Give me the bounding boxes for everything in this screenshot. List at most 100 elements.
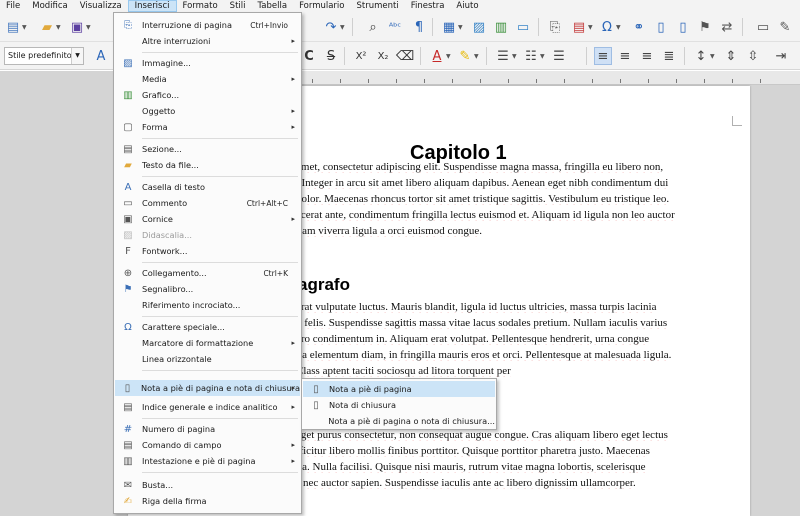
- align-left-icon[interactable]: ≡: [594, 47, 612, 65]
- menu-item-section[interactable]: ▤ Sezione...: [115, 141, 300, 157]
- outline-list-icon[interactable]: ☰: [550, 47, 568, 65]
- paragraph-style-select[interactable]: Stile predefinito ▼: [4, 47, 84, 65]
- increase-spacing-icon[interactable]: ⇕: [722, 47, 740, 65]
- formatting-marks-icon[interactable]: ¶: [410, 18, 428, 36]
- menu-item-shape[interactable]: ▢ Forma ▸: [115, 119, 300, 135]
- shadow-icon[interactable]: C: [300, 47, 318, 65]
- save-dropdown-icon[interactable]: ▼: [86, 24, 91, 31]
- chevron-down-icon[interactable]: ▼: [71, 48, 83, 64]
- comment-toolbar-icon[interactable]: ▭: [754, 18, 772, 36]
- insert-field-icon[interactable]: ▤: [570, 18, 588, 36]
- spellcheck-icon[interactable]: ᴬᵇᶜ: [386, 18, 404, 36]
- menu-aiuto[interactable]: Aiuto: [450, 0, 484, 12]
- numbered-dropdown-icon[interactable]: ▼: [540, 53, 545, 60]
- menu-tabella[interactable]: Tabella: [252, 0, 294, 12]
- superscript-icon[interactable]: X²: [352, 47, 370, 65]
- line-spacing-dropdown-icon[interactable]: ▼: [710, 53, 715, 60]
- menu-item-comment[interactable]: ▭ Commento Ctrl+Alt+C: [115, 195, 300, 211]
- font-color-dropdown-icon[interactable]: ▼: [446, 53, 451, 60]
- decrease-spacing-icon[interactable]: ⇳: [744, 47, 762, 65]
- clear-formatting-icon[interactable]: ⌫: [396, 47, 414, 65]
- menu-item-image[interactable]: ▨ Immagine...: [115, 55, 300, 71]
- body-text-line: fficitur libero mollis finibus porttitor…: [296, 445, 650, 457]
- endnote-toolbar-icon[interactable]: ▯: [674, 18, 692, 36]
- highlight-icon[interactable]: ✎: [456, 47, 474, 65]
- menu-formato[interactable]: Formato: [177, 0, 224, 12]
- line-spacing-icon[interactable]: ↕: [692, 47, 710, 65]
- align-right-icon[interactable]: ≡: [638, 47, 656, 65]
- bullet-list-icon[interactable]: ☰: [494, 47, 512, 65]
- menu-item-object[interactable]: Oggetto ▸: [115, 103, 300, 119]
- menu-item-signature-line[interactable]: ✍ Riga della firma: [115, 493, 300, 509]
- insert-page-break-icon[interactable]: ⎘: [546, 18, 564, 36]
- menu-strumenti[interactable]: Strumenti: [351, 0, 405, 12]
- track-changes-icon[interactable]: ✎: [776, 18, 794, 36]
- menu-inserisci[interactable]: Inserisci: [127, 0, 177, 12]
- menu-item-other-breaks[interactable]: Altre interruzioni ▸: [115, 33, 300, 49]
- menu-item-label: Riferimento incrociato...: [142, 300, 241, 310]
- menu-modifica[interactable]: Modifica: [26, 0, 74, 12]
- new-document-icon[interactable]: ▤: [4, 18, 22, 36]
- special-character-icon[interactable]: Ω: [598, 18, 616, 36]
- menu-item-chart[interactable]: ▥ Grafico...: [115, 87, 300, 103]
- menu-item-formatting-mark[interactable]: Marcatore di formattazione ▸: [115, 335, 300, 351]
- shortcut-label: Ctrl+Alt+C: [246, 198, 288, 208]
- menu-item-page-break[interactable]: ⎘ Interruzione di pagina Ctrl+Invio: [115, 17, 300, 33]
- menu-item-page-number[interactable]: # Numero di pagina: [115, 421, 300, 437]
- find-replace-icon[interactable]: ⌕: [364, 18, 382, 36]
- bullet-dropdown-icon[interactable]: ▼: [512, 53, 517, 60]
- save-icon[interactable]: ▣: [68, 18, 86, 36]
- strikethrough-icon[interactable]: S: [322, 47, 340, 65]
- paragraph-style-value: Stile predefinito: [8, 51, 72, 60]
- insert-image-icon[interactable]: ▨: [470, 18, 488, 36]
- indent-icon[interactable]: ⇥: [772, 47, 790, 65]
- menu-item-header-footer[interactable]: ▥ Intestazione e piè di pagina ▸: [115, 453, 300, 469]
- subscript-icon[interactable]: X₂: [374, 47, 392, 65]
- menu-item-text-from-file[interactable]: ▰ Testo da file...: [115, 157, 300, 173]
- menu-item-field[interactable]: ▤ Comando di campo ▸: [115, 437, 300, 453]
- horizontal-ruler[interactable]: [300, 71, 800, 85]
- insert-textbox-icon[interactable]: ▭: [514, 18, 532, 36]
- special-char-dropdown-icon[interactable]: ▼: [616, 24, 621, 31]
- menu-stili[interactable]: Stili: [224, 0, 252, 12]
- redo-icon[interactable]: ↷: [322, 18, 340, 36]
- submenu-item-footnote-or-endnote[interactable]: Nota a piè di pagina o nota di chiusura.…: [303, 413, 495, 429]
- numbered-list-icon[interactable]: ☷: [522, 47, 540, 65]
- menu-item-cross-reference[interactable]: Riferimento incrociato...: [115, 297, 300, 313]
- menu-formulario[interactable]: Formulario: [293, 0, 350, 12]
- justify-icon[interactable]: ≣: [660, 47, 678, 65]
- table-dropdown-icon[interactable]: ▼: [458, 24, 463, 31]
- menu-item-textbox[interactable]: A Casella di testo: [115, 179, 300, 195]
- field-dropdown-icon[interactable]: ▼: [588, 24, 593, 31]
- footnote-toolbar-icon[interactable]: ▯: [652, 18, 670, 36]
- insert-chart-icon[interactable]: ▥: [492, 18, 510, 36]
- menu-item-fontwork[interactable]: F Fontwork...: [115, 243, 300, 259]
- redo-dropdown-icon[interactable]: ▼: [340, 24, 345, 31]
- open-folder-icon[interactable]: ▰: [38, 18, 56, 36]
- open-dropdown-icon[interactable]: ▼: [56, 24, 61, 31]
- cross-reference-toolbar-icon[interactable]: ⇄: [718, 18, 736, 36]
- menu-item-label: Intestazione e piè di pagina: [142, 456, 256, 466]
- update-style-icon[interactable]: A: [92, 47, 110, 65]
- menu-item-table-of-contents[interactable]: ▤ Indice generale e indice analitico ▸: [115, 399, 300, 415]
- menu-item-frame[interactable]: ▣ Cornice ▸: [115, 211, 300, 227]
- menu-item-hyperlink[interactable]: ⊕ Collegamento... Ctrl+K: [115, 265, 300, 281]
- submenu-item-footnote[interactable]: ▯ Nota a piè di pagina: [303, 381, 495, 397]
- menu-item-footnote-endnote[interactable]: ▯ Nota a piè di pagina e nota di chiusur…: [115, 380, 300, 396]
- menu-item-bookmark[interactable]: ⚑ Segnalibro...: [115, 281, 300, 297]
- new-dropdown-icon[interactable]: ▼: [22, 24, 27, 31]
- menu-item-media[interactable]: Media ▸: [115, 71, 300, 87]
- menu-item-envelope[interactable]: ✉ Busta...: [115, 477, 300, 493]
- submenu-item-endnote[interactable]: ▯ Nota di chiusura: [303, 397, 495, 413]
- align-center-icon[interactable]: ≡: [616, 47, 634, 65]
- menu-finestra[interactable]: Finestra: [405, 0, 451, 12]
- font-color-icon[interactable]: A: [428, 47, 446, 65]
- menu-file[interactable]: File: [0, 0, 26, 12]
- menu-item-special-character[interactable]: Ω Carattere speciale...: [115, 319, 300, 335]
- hyperlink-icon[interactable]: ⚭: [630, 18, 648, 36]
- menu-item-horizontal-line[interactable]: Linea orizzontale: [115, 351, 300, 367]
- bookmark-toolbar-icon[interactable]: ⚑: [696, 18, 714, 36]
- insert-table-icon[interactable]: ▦: [440, 18, 458, 36]
- menu-visualizza[interactable]: Visualizza: [74, 0, 128, 12]
- highlight-dropdown-icon[interactable]: ▼: [474, 53, 479, 60]
